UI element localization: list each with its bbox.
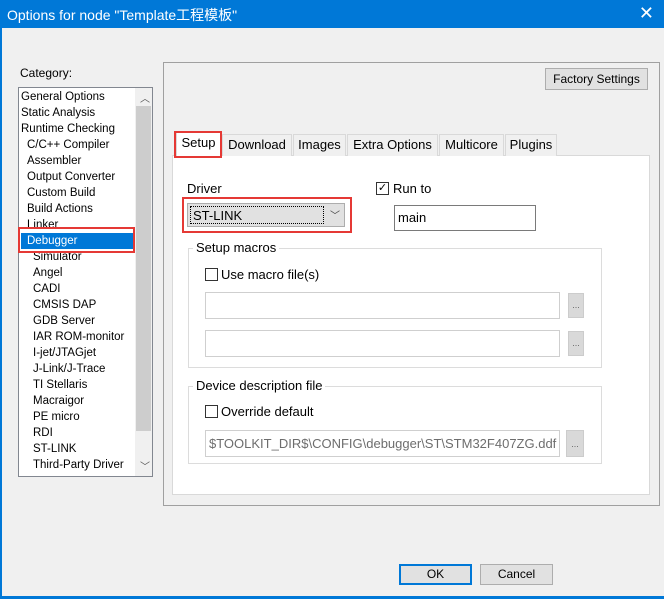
scrollbar-thumb[interactable] [136, 106, 151, 431]
override-default-label: Override default [221, 404, 314, 419]
highlight-driver [182, 197, 352, 233]
category-item[interactable]: Angel [33, 265, 62, 281]
scroll-down-icon[interactable]: ﹀ [140, 458, 150, 473]
category-item[interactable]: PE micro [33, 409, 80, 425]
category-item[interactable]: GDB Server [33, 313, 95, 329]
category-item[interactable]: J-Link/J-Trace [33, 361, 105, 377]
category-item[interactable]: Build Actions [27, 201, 93, 217]
driver-label: Driver [187, 181, 222, 196]
tab-plugins[interactable]: Plugins [505, 134, 557, 156]
category-item[interactable]: Output Converter [27, 169, 115, 185]
device-description-title: Device description file [193, 378, 326, 393]
category-item[interactable]: TI Stellaris [33, 377, 87, 393]
cancel-button[interactable]: Cancel [480, 564, 553, 585]
use-macro-checkbox[interactable] [205, 268, 218, 281]
use-macro-label: Use macro file(s) [221, 267, 320, 282]
macro-file-input-2[interactable] [205, 330, 560, 357]
override-default-checkbox[interactable] [205, 405, 218, 418]
category-item[interactable]: CADI [33, 281, 60, 297]
title-bar: Options for node "Template工程模板" [0, 0, 664, 28]
category-list[interactable]: General Options Static Analysis Runtime Ch… [18, 87, 153, 477]
tab-extra-options[interactable]: Extra Options [347, 134, 438, 156]
highlight-setup-tab [174, 131, 222, 158]
category-item[interactable]: IAR ROM-monitor [33, 329, 124, 345]
factory-settings-button[interactable]: Factory Settings [545, 68, 648, 90]
run-to-checkbox[interactable]: ✓ [376, 182, 389, 195]
window-title: Options for node "Template工程模板" [7, 7, 238, 23]
category-item[interactable]: CMSIS DAP [33, 297, 96, 313]
window-border [0, 28, 2, 599]
macro-file-input-1[interactable] [205, 292, 560, 319]
category-label: Category: [20, 66, 73, 80]
checkmark-icon: ✓ [377, 182, 388, 194]
scroll-up-icon[interactable]: ︿ [140, 90, 150, 105]
close-icon[interactable]: ✕ [639, 3, 654, 24]
category-item[interactable]: Runtime Checking [21, 121, 115, 137]
category-item[interactable]: ST-LINK [33, 441, 76, 457]
tab-download[interactable]: Download [222, 134, 292, 156]
category-item[interactable]: Third-Party Driver [33, 457, 124, 473]
category-item[interactable]: Custom Build [27, 185, 95, 201]
device-file-input[interactable]: $TOOLKIT_DIR$\CONFIG\debugger\ST\STM32F4… [205, 430, 560, 457]
setup-macros-title: Setup macros [193, 240, 280, 255]
category-item[interactable]: I-jet/JTAGjet [33, 345, 96, 361]
highlight-debugger [18, 227, 135, 253]
category-item[interactable]: Macraigor [33, 393, 84, 409]
run-to-label: Run to [393, 181, 432, 196]
tab-multicore[interactable]: Multicore [439, 134, 504, 156]
browse-macro-button-2[interactable]: ... [568, 331, 584, 356]
browse-macro-button-1[interactable]: ... [568, 293, 584, 318]
category-item[interactable]: Static Analysis [21, 105, 95, 121]
category-item[interactable]: C/C++ Compiler [27, 137, 109, 153]
category-item[interactable]: RDI [33, 425, 53, 441]
ok-button[interactable]: OK [399, 564, 472, 585]
tab-images[interactable]: Images [293, 134, 346, 156]
category-item[interactable]: General Options [21, 89, 105, 105]
category-item[interactable]: Assembler [27, 153, 81, 169]
run-to-input[interactable]: main [394, 205, 536, 231]
browse-device-button[interactable]: ... [566, 430, 584, 457]
